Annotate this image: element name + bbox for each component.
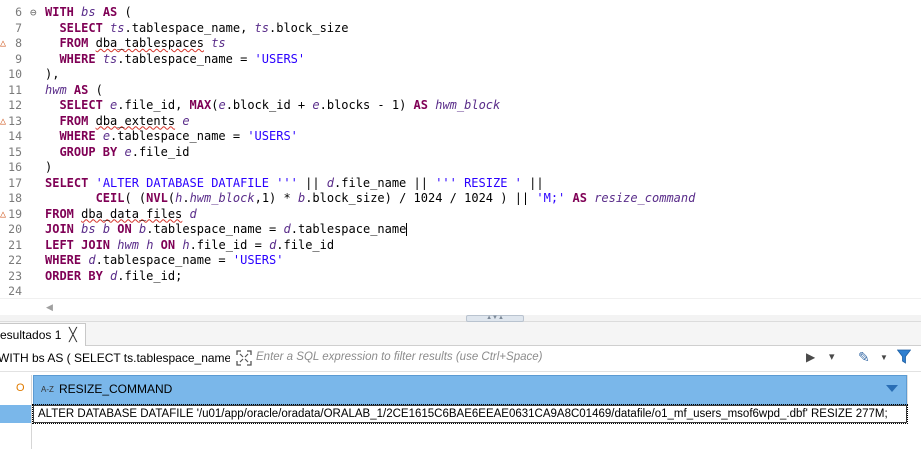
- code-line[interactable]: 17 SELECT 'ALTER DATABASE DATAFILE ''' ||…: [0, 176, 921, 192]
- close-icon[interactable]: ╳: [69, 324, 77, 346]
- splitter-grip-icon[interactable]: ▲▼▲: [466, 315, 524, 322]
- panel-splitter[interactable]: ▲▼▲: [0, 315, 921, 322]
- line-number: 15: [8, 144, 22, 159]
- funnel-icon[interactable]: [897, 349, 911, 365]
- code-line[interactable]: △ 19 FROM dba_data_files d: [0, 207, 921, 223]
- code-line[interactable]: 7 SELECT ts.tablespace_name, ts.block_si…: [0, 21, 921, 37]
- scroll-left-icon[interactable]: ◀: [46, 302, 53, 313]
- code-line[interactable]: △ 13 FROM dba_extents e: [0, 114, 921, 130]
- code-text: ): [45, 160, 53, 174]
- eraser-icon[interactable]: ✎: [858, 349, 870, 366]
- row-header-corner[interactable]: O: [0, 375, 32, 405]
- code-text: WHERE e.tablespace_name = 'USERS': [59, 129, 298, 143]
- code-line[interactable]: 21 LEFT JOIN hwm h ON h.file_id = d.file_…: [0, 238, 921, 254]
- code-line[interactable]: △ 8 FROM dba_tablespaces ts: [0, 36, 921, 52]
- code-text: SELECT 'ALTER DATABASE DATAFILE ''' || d…: [45, 175, 544, 190]
- filter-bar: WITH bs AS ( SELECT ts.tablespace_name, …: [0, 346, 921, 372]
- code-text: SELECT e.file_id, MAX(e.block_id + e.blo…: [59, 98, 501, 112]
- code-text: FROM dba_extents e: [59, 113, 190, 128]
- results-tab-bar: esultados 1 ╳: [0, 322, 921, 346]
- fold-icon[interactable]: ⊖: [30, 5, 37, 21]
- sql-editor[interactable]: 6 ⊖ WITH bs AS ( 7 SELECT ts.tablespace_nam…: [0, 0, 921, 298]
- line-number: 23: [8, 268, 22, 283]
- line-number: 18: [8, 191, 22, 205]
- code-line[interactable]: 20 JOIN bs b ON b.tablespace_name = d.tab…: [0, 222, 921, 238]
- text-cursor: [406, 223, 408, 236]
- line-number: 17: [8, 175, 22, 190]
- line-number: 14: [8, 129, 22, 143]
- code-text: JOIN bs b ON b.tablespace_name = d.table…: [45, 222, 408, 236]
- chevron-down-icon[interactable]: ▼: [880, 353, 888, 362]
- code-line[interactable]: 10),: [0, 67, 921, 83]
- code-line[interactable]: 12 SELECT e.file_id, MAX(e.block_id + e.…: [0, 98, 921, 114]
- line-number: 19: [8, 206, 22, 221]
- filter-history-icon[interactable]: ▾: [829, 350, 835, 363]
- line-number: 7: [15, 20, 22, 35]
- row-header-empty: [0, 423, 32, 449]
- query-preview: WITH bs AS ( SELECT ts.tablespace_name, …: [0, 351, 230, 365]
- column-header-resize-command[interactable]: A-Z RESIZE_COMMAND: [33, 375, 907, 405]
- grid-vertical-scrollbar[interactable]: [907, 375, 921, 405]
- code-line[interactable]: 11 hwm AS (: [0, 83, 921, 99]
- code-line[interactable]: 24: [0, 284, 921, 298]
- code-text: ),: [45, 67, 60, 81]
- tab-results-1-label: esultados 1: [0, 328, 62, 342]
- code-text: SELECT ts.tablespace_name, ts.block_size: [59, 20, 349, 35]
- line-number: 11: [8, 82, 22, 97]
- editor-horizontal-scrollbar[interactable]: ◀: [0, 298, 921, 315]
- code-text: CEIL( (NVL(h.hwm_block,1) * b.block_size…: [95, 191, 696, 205]
- line-number: 9: [15, 51, 22, 66]
- order-icon[interactable]: O: [16, 382, 25, 394]
- line-number: 20: [8, 222, 22, 236]
- code-text: FROM dba_data_files d: [45, 206, 197, 221]
- code-text: hwm AS (: [45, 82, 103, 97]
- code-text: WITH bs AS (: [45, 5, 132, 19]
- apply-filter-icon[interactable]: ▶: [806, 350, 815, 364]
- filter-input[interactable]: Enter a SQL expression to filter results…: [256, 351, 542, 363]
- line-number: 10: [8, 67, 22, 81]
- text-type-icon: A-Z: [41, 385, 54, 394]
- code-line[interactable]: 14 WHERE e.tablespace_name = 'USERS': [0, 129, 921, 145]
- column-header-label: RESIZE_COMMAND: [59, 382, 173, 396]
- code-text: FROM dba_tablespaces ts: [59, 36, 226, 50]
- code-text: LEFT JOIN hwm h ON h.file_id = d.file_id: [45, 237, 335, 252]
- code-line[interactable]: 15 GROUP BY e.file_id: [0, 145, 921, 161]
- line-number: 16: [8, 160, 22, 174]
- table-cell[interactable]: ALTER DATABASE DATAFILE '/u01/app/oracle…: [32, 404, 908, 424]
- code-line[interactable]: 23 ORDER BY d.file_id;: [0, 269, 921, 285]
- line-number: 22: [8, 253, 22, 267]
- results-grid: O A-Z RESIZE_COMMAND ALTER DATABASE DATA…: [0, 372, 921, 449]
- code-line[interactable]: 6 ⊖ WITH bs AS (: [0, 5, 921, 21]
- code-text: GROUP BY e.file_id: [59, 144, 190, 159]
- line-number: 21: [8, 237, 22, 252]
- code-text: WHERE ts.tablespace_name = 'USERS': [59, 51, 306, 66]
- row-header-selected[interactable]: [0, 405, 32, 423]
- tab-results-1[interactable]: esultados 1 ╳: [0, 323, 86, 346]
- line-number: 6: [15, 5, 22, 19]
- line-number: 13: [8, 113, 22, 128]
- code-line[interactable]: 9 WHERE ts.tablespace_name = 'USERS': [0, 52, 921, 68]
- line-number: 24: [8, 284, 22, 298]
- line-number: 12: [8, 98, 22, 112]
- code-line[interactable]: 18 CEIL( (NVL(h.hwm_block,1) * b.block_s…: [0, 191, 921, 207]
- code-text: WHERE d.tablespace_name = 'USERS': [45, 253, 284, 267]
- code-line[interactable]: 22 WHERE d.tablespace_name = 'USERS': [0, 253, 921, 269]
- filter-expand-icon[interactable]: [236, 350, 252, 366]
- chevron-down-icon[interactable]: [886, 385, 898, 392]
- code-text: ORDER BY d.file_id;: [45, 268, 183, 283]
- code-line[interactable]: 16): [0, 160, 921, 176]
- line-number: 8: [15, 36, 22, 50]
